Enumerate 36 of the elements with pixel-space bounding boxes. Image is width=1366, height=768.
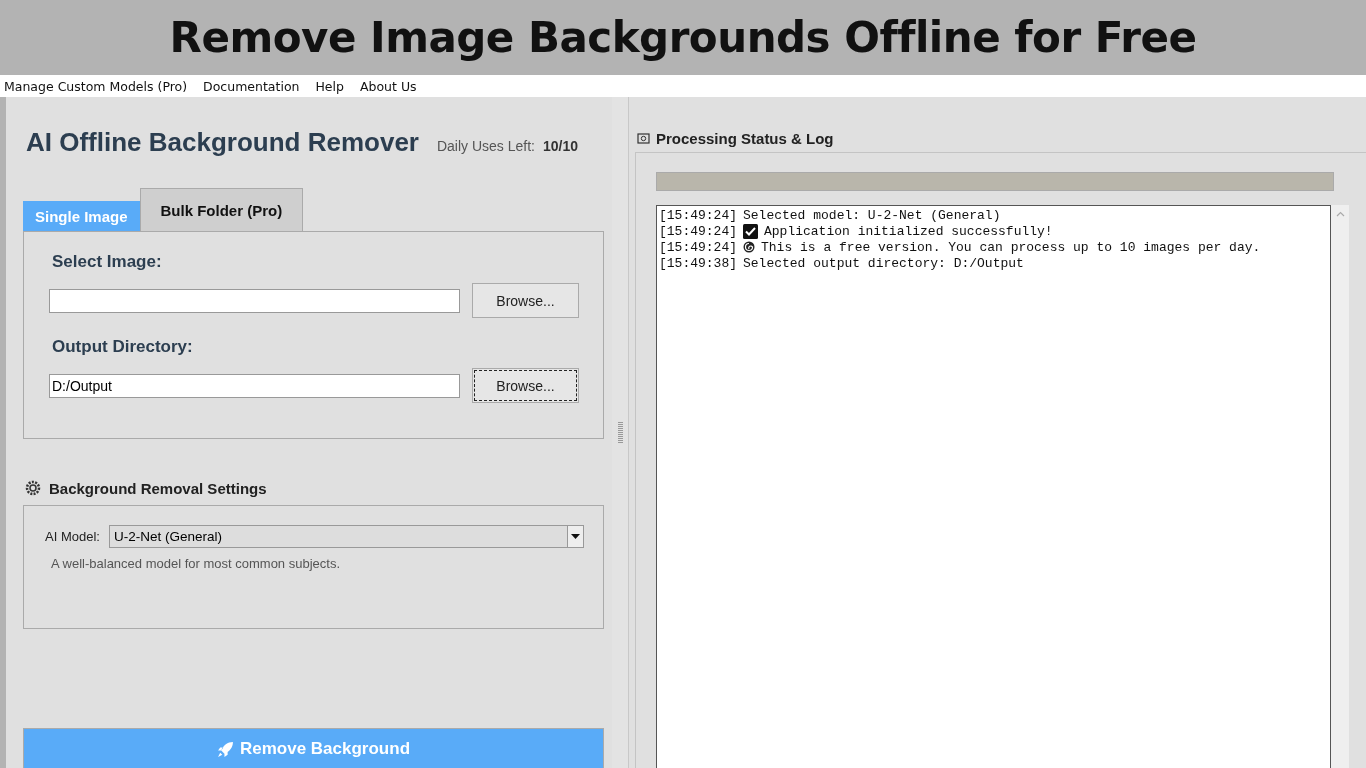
- gear-icon: [25, 480, 41, 496]
- log-timestamp: [15:49:24]: [659, 207, 737, 223]
- tab[interactable]: Bulk Folder (Pro): [139, 188, 304, 231]
- field-label: Select Image:: [52, 252, 163, 273]
- log-message: Selected model: U-2-Net (General): [743, 207, 1001, 223]
- swirl-icon: [743, 241, 755, 253]
- scrollbar[interactable]: [1331, 205, 1349, 768]
- input-field[interactable]: [49, 288, 460, 313]
- log-timestamp: [15:49:38]: [659, 255, 737, 271]
- banner-title: Remove Image Backgrounds Offline for Free: [169, 13, 1197, 62]
- browse-button[interactable]: Browse...: [472, 283, 579, 318]
- log-message: Selected output directory: D:/Output: [743, 255, 1024, 271]
- checkmark-icon: [743, 223, 758, 239]
- rocket-icon: [216, 740, 234, 758]
- browse-button[interactable]: Browse...: [472, 368, 579, 403]
- log-message: This is a free version. You can process up to 10 images per day.: [761, 239, 1261, 255]
- log-timestamp: [15:49:24]: [659, 223, 737, 239]
- section-title: Background Removal Settings: [49, 479, 267, 497]
- log-message: Application initialized successfully!: [764, 223, 1053, 239]
- field-label: Output Directory:: [52, 337, 194, 358]
- input-field[interactable]: D:/Output: [49, 373, 460, 398]
- log-timestamp: [15:49:24]: [659, 239, 737, 255]
- model-description: A well-balanced model for most common subjects.: [51, 556, 341, 571]
- dropdown-arrow-icon: [571, 534, 580, 539]
- scroll-up-icon: [1335, 211, 1345, 217]
- model-dropdown[interactable]: U-2-Net (General): [108, 525, 584, 548]
- menu-item[interactable]: Manage Custom Models (Pro): [0, 78, 196, 94]
- model-label: AI Model:: [45, 529, 100, 544]
- camera-icon: [637, 132, 650, 144]
- menu-item[interactable]: Documentation: [195, 78, 308, 94]
- uses-value: 10/10: [543, 138, 579, 154]
- menu-item[interactable]: About Us: [351, 78, 425, 94]
- section-title: Processing Status & Log: [656, 129, 834, 147]
- app-title: AI Offline Background Remover: [26, 127, 419, 158]
- uses-label: Daily Uses Left:: [436, 138, 535, 154]
- menu-item[interactable]: Help: [307, 78, 352, 94]
